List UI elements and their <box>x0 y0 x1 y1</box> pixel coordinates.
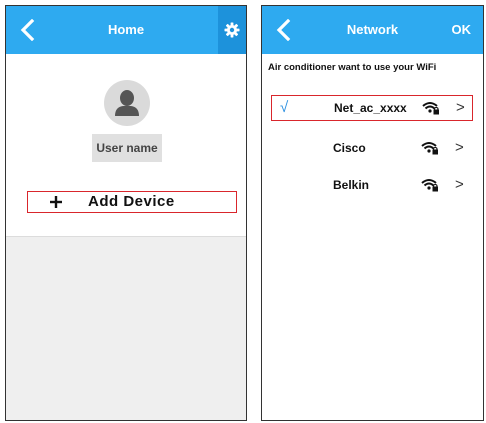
profile-section: User name <box>6 54 246 181</box>
network-ssid: Net_ac_xxxx <box>334 101 407 115</box>
page-title: Network <box>346 22 399 37</box>
network-header: Network OK <box>262 6 483 54</box>
network-item-net-ac[interactable]: √ Net_ac_xxxx > <box>271 95 473 121</box>
home-header: Home <box>6 6 246 54</box>
wifi-lock-icon <box>421 142 438 155</box>
network-ssid: Belkin <box>333 178 370 192</box>
network-screen: Network OK Air conditioner want to use y… <box>261 5 484 421</box>
chevron-right-icon: > <box>455 176 464 193</box>
wifi-lock-icon <box>422 102 439 115</box>
add-device-label: Add Device <box>88 193 175 210</box>
gear-icon <box>224 22 240 38</box>
network-item-cisco[interactable]: Cisco > <box>262 136 483 162</box>
chevron-right-icon: > <box>455 139 464 156</box>
wifi-prompt-text: Air conditioner want to use your WiFi <box>268 62 437 73</box>
user-icon <box>115 90 139 116</box>
wifi-lock-icon <box>421 179 438 192</box>
username-label[interactable]: User name <box>92 134 162 162</box>
home-screen: Home User name Add Device <box>5 5 247 421</box>
chevron-right-icon: > <box>456 99 465 116</box>
avatar[interactable] <box>104 80 150 126</box>
add-device-row: Add Device <box>6 180 246 237</box>
settings-button[interactable] <box>218 6 246 54</box>
add-device-button[interactable]: Add Device <box>27 191 237 213</box>
plus-icon <box>50 196 62 208</box>
ok-button[interactable]: OK <box>452 6 472 54</box>
network-ssid: Cisco <box>333 141 366 155</box>
network-item-belkin[interactable]: Belkin > <box>262 173 483 199</box>
checkmark-icon: √ <box>280 99 289 116</box>
page-title: Home <box>107 22 145 37</box>
